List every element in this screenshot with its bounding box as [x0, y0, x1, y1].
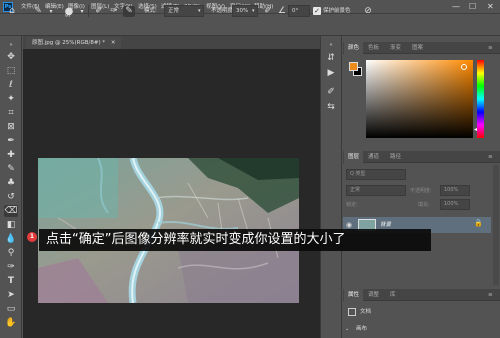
- adjustments-panel-icon[interactable]: ⇆: [325, 101, 337, 113]
- tab-properties[interactable]: 属性: [344, 289, 364, 301]
- dodge-tool-icon[interactable]: ⚲: [4, 247, 18, 259]
- pressure-size-icon[interactable]: ⊘: [362, 6, 374, 17]
- dodge-tool-icon[interactable]: ✎: [32, 6, 44, 17]
- lock-label: 锁定:: [346, 202, 358, 208]
- tab-channels[interactable]: 通道: [368, 151, 379, 163]
- quick-select-tool-icon[interactable]: ✦: [4, 93, 18, 105]
- airbrush-icon[interactable]: ✐: [93, 6, 105, 17]
- maximize-button[interactable]: ☐: [469, 0, 476, 14]
- options-bar: [0, 14, 500, 36]
- frame-tool-icon[interactable]: ⊠: [4, 121, 18, 133]
- layer-lock-icon: 🔒: [474, 219, 483, 227]
- close-window-button[interactable]: ✕: [487, 0, 494, 14]
- crop-tool-icon[interactable]: ⌗: [4, 107, 18, 119]
- pressure-opacity-icon[interactable]: ✐: [262, 6, 274, 17]
- brush-settings-panel-icon[interactable]: ✐: [325, 86, 337, 98]
- tab-paths[interactable]: 路径: [390, 151, 401, 163]
- brush-mode-icon[interactable]: ✎: [123, 6, 135, 17]
- expand-panels-icon[interactable]: «: [325, 39, 337, 51]
- brush-dropdown-icon[interactable]: ▾: [76, 6, 88, 17]
- angle-icon: ∠: [277, 6, 287, 16]
- type-tool-icon[interactable]: T: [4, 275, 18, 287]
- document-label: 文档: [360, 309, 372, 315]
- eraser-tool-icon[interactable]: ⌫: [4, 205, 18, 217]
- mode-select-chevron-icon: ▾: [198, 8, 201, 14]
- history-panel-icon[interactable]: ⇵: [325, 52, 337, 64]
- mode-label: 模式:: [144, 8, 157, 14]
- layer-kind-filter[interactable]: Q 类型: [346, 169, 406, 180]
- canvas-section-chevron-icon[interactable]: ⌄: [345, 323, 349, 335]
- blur-tool-icon[interactable]: 💧: [4, 233, 18, 245]
- rectangle-tool-icon[interactable]: ▭: [4, 303, 18, 315]
- layer-opacity-label: 不透明度:: [410, 188, 432, 194]
- fill-field[interactable]: 100%: [440, 199, 470, 210]
- layers-menu-icon[interactable]: ≡: [488, 151, 493, 163]
- properties-menu-icon[interactable]: ≡: [488, 289, 493, 301]
- layer-opacity-field[interactable]: 100%: [440, 185, 470, 196]
- actions-panel-icon[interactable]: ▶: [325, 67, 337, 79]
- properties-panel-tabs: [343, 289, 500, 301]
- tab-adjustments[interactable]: 调整: [368, 289, 379, 301]
- separator: [88, 5, 89, 17]
- canvas-section-title: 画布: [356, 326, 368, 332]
- document-tab-title: 原图.jpg @ 25%(RGB/8#) *: [32, 40, 106, 46]
- close-tab-icon[interactable]: ✕: [111, 40, 116, 46]
- tab-swatches[interactable]: 色板: [368, 42, 379, 54]
- fill-label: 填充:: [418, 202, 430, 208]
- blend-mode-select[interactable]: 正常: [346, 185, 406, 196]
- hand-tool-icon[interactable]: ✋: [4, 317, 18, 329]
- tab-color[interactable]: 颜色: [344, 42, 364, 54]
- tab-libraries[interactable]: 库: [390, 289, 396, 301]
- angle-field[interactable]: 0°: [288, 5, 310, 17]
- gradient-tool-icon[interactable]: ◧: [4, 219, 18, 231]
- visibility-eye-icon[interactable]: ◉: [346, 221, 352, 229]
- protect-tones-checkbox[interactable]: ✓: [313, 7, 321, 15]
- opacity-chevron-icon: ▾: [252, 8, 255, 14]
- collapse-panel-icon[interactable]: »: [4, 39, 18, 51]
- tool-preset-dropdown-icon[interactable]: ▾: [45, 6, 57, 17]
- document-tab[interactable]: 原图.jpg @ 25%(RGB/8#) * ✕: [26, 37, 122, 49]
- tutorial-caption: 点击“确定”后图像分辨率就实时变成你设置的大小了: [39, 229, 431, 251]
- lasso-tool-icon[interactable]: ℓ: [4, 79, 18, 91]
- step-badge: 1: [27, 232, 37, 242]
- panel-menu-icon[interactable]: ≡: [488, 42, 493, 54]
- pressure-icon[interactable]: ✑: [108, 6, 120, 17]
- brush-size-value: 97: [65, 14, 71, 19]
- hue-slider-handle-icon[interactable]: ◂: [474, 126, 477, 133]
- move-tool-icon[interactable]: ✥: [4, 51, 18, 63]
- eyedropper-tool-icon[interactable]: ✒: [4, 135, 18, 147]
- tab-patterns[interactable]: 图案: [412, 42, 423, 54]
- pen-tool-icon[interactable]: ✑: [4, 261, 18, 273]
- healing-brush-tool-icon[interactable]: ✚: [4, 149, 18, 161]
- layers-panel-tabs: [343, 151, 500, 163]
- layers-panel: [343, 146, 500, 286]
- hue-slider[interactable]: [477, 60, 484, 138]
- marquee-tool-icon[interactable]: ⬚: [4, 65, 18, 77]
- color-field[interactable]: [366, 60, 473, 138]
- history-brush-tool-icon[interactable]: ↺: [4, 191, 18, 203]
- foreground-color-swatch[interactable]: [349, 62, 358, 71]
- minimize-button[interactable]: —: [452, 0, 460, 14]
- tab-layers[interactable]: 图层: [344, 151, 364, 163]
- document-icon: [348, 308, 356, 316]
- home-icon[interactable]: ⌂: [6, 6, 18, 17]
- protect-tones-label: 保护前景色: [323, 8, 351, 14]
- brush-tool-icon[interactable]: ✎: [4, 163, 18, 175]
- tab-gradients[interactable]: 渐变: [390, 42, 401, 54]
- layers-scrollbar[interactable]: [493, 165, 499, 285]
- color-picker-handle[interactable]: [461, 64, 467, 70]
- clone-stamp-tool-icon[interactable]: ♣: [4, 177, 18, 189]
- path-select-tool-icon[interactable]: ➤: [4, 289, 18, 301]
- collapsed-panels-strip: [320, 36, 342, 338]
